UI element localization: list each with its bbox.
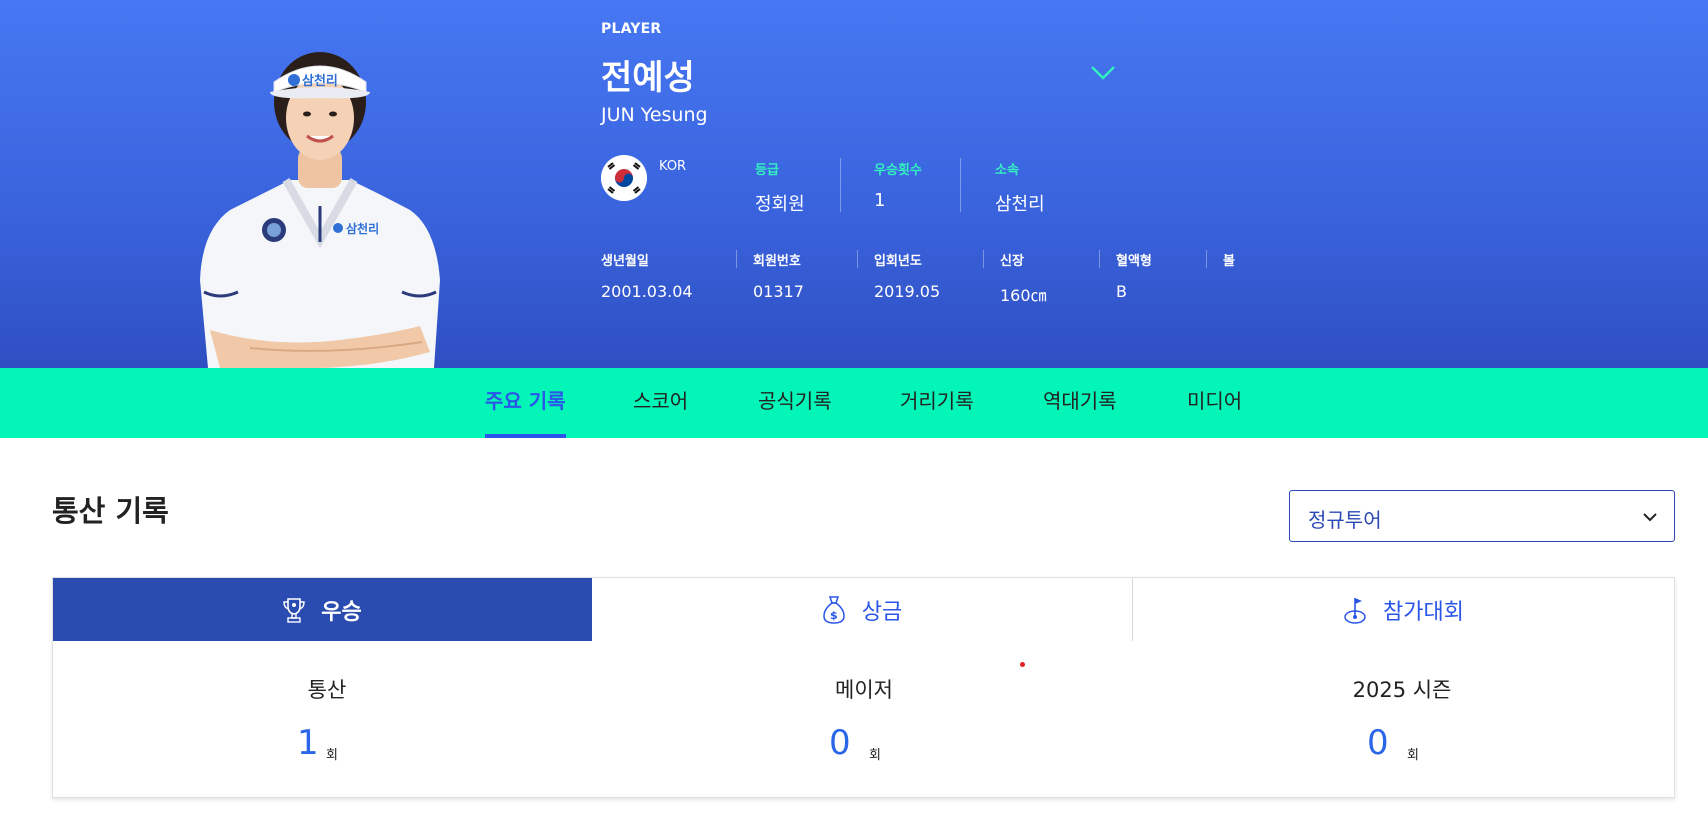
player-name-english: JUN Yesung xyxy=(601,104,708,126)
info-value-member-no: 01317 xyxy=(753,282,804,301)
record-label-major: 메이저 xyxy=(835,678,893,702)
stat-label-wins: 우승횟수 xyxy=(874,163,922,178)
subtab-tournaments-label: 참가대회 xyxy=(1383,599,1464,625)
player-photo: 삼천리 삼천리 xyxy=(200,52,440,368)
career-record-card: 우승 $ 상금 참가대회 통산 1 회 메이저 0 회 2025 시즌 0 회 xyxy=(52,577,1675,798)
chevron-down-icon[interactable] xyxy=(1090,64,1116,82)
tab-distance-records[interactable]: 거리기록 xyxy=(900,368,974,438)
record-label-career: 통산 xyxy=(307,678,347,702)
info-label-height: 신장 xyxy=(1000,254,1024,269)
divider xyxy=(840,158,841,212)
subtab-prize-money-label: 상금 xyxy=(861,599,903,625)
chevron-down-icon xyxy=(1643,513,1657,522)
trophy-icon xyxy=(283,597,305,623)
info-value-blood-type: B xyxy=(1116,282,1127,301)
divider xyxy=(960,158,961,212)
korea-flag-icon xyxy=(601,155,647,201)
record-value-major: 0 xyxy=(829,723,851,763)
record-unit-major: 회 xyxy=(869,748,881,763)
divider xyxy=(983,250,984,268)
tab-official-records[interactable]: 공식기록 xyxy=(758,368,832,438)
stat-value-affiliation: 삼천리 xyxy=(995,194,1045,215)
player-name: 전예성 xyxy=(601,58,695,98)
player-hero: 삼천리 삼천리 PLAYER 전예성 JUN Yesung KOR 등급 정회원… xyxy=(0,0,1708,368)
player-tag: PLAYER xyxy=(601,21,662,37)
money-bag-icon: $ xyxy=(822,595,845,624)
tab-score[interactable]: 스코어 xyxy=(633,368,688,438)
subtab-wins[interactable]: 우승 xyxy=(53,578,592,641)
record-unit-season: 회 xyxy=(1407,748,1419,763)
divider xyxy=(1206,250,1207,268)
record-value-career: 1 xyxy=(297,723,319,763)
record-label-season: 2025 시즌 xyxy=(1352,678,1452,702)
nation-code: KOR xyxy=(659,159,687,174)
info-label-member-no: 회원번호 xyxy=(753,254,801,269)
subtab-prize-money[interactable]: $ 상금 xyxy=(592,578,1133,641)
stat-value-wins: 1 xyxy=(874,190,886,211)
tab-main-records[interactable]: 주요 기록 xyxy=(485,368,566,438)
info-value-join-year: 2019.05 xyxy=(874,282,941,301)
divider xyxy=(1099,250,1100,268)
section-title: 통산 기록 xyxy=(52,494,169,528)
divider xyxy=(857,250,858,268)
record-value-season: 0 xyxy=(1367,723,1389,763)
info-label-birthdate: 생년월일 xyxy=(601,254,649,269)
divider xyxy=(736,250,737,268)
tab-historical-records[interactable]: 역대기록 xyxy=(1043,368,1117,438)
record-tabs: 주요 기록 스코어 공식기록 거리기록 역대기록 미디어 xyxy=(0,368,1708,438)
subtab-tournaments[interactable]: 참가대회 xyxy=(1133,578,1674,641)
cap-logo-text: 삼천리 xyxy=(302,73,338,89)
stat-label-affiliation: 소속 xyxy=(995,163,1019,178)
shirt-logo-text: 삼천리 xyxy=(346,221,379,236)
record-unit-career: 회 xyxy=(326,748,338,763)
info-value-height: 160㎝ xyxy=(1000,286,1047,305)
stat-value-grade: 정회원 xyxy=(755,194,805,215)
tour-select[interactable]: 정규투어 xyxy=(1289,490,1675,542)
indicator-dot xyxy=(1020,662,1025,667)
tour-select-value: 정규투어 xyxy=(1308,508,1382,532)
info-value-birthdate: 2001.03.04 xyxy=(601,282,693,301)
tab-media[interactable]: 미디어 xyxy=(1187,368,1242,438)
info-label-blood-type: 혈액형 xyxy=(1116,254,1152,269)
info-label-ball: 볼 xyxy=(1223,254,1235,269)
info-label-join-year: 입회년도 xyxy=(874,254,922,269)
stat-label-grade: 등급 xyxy=(755,163,779,178)
svg-text:$: $ xyxy=(830,609,838,622)
subtab-wins-label: 우승 xyxy=(321,599,362,625)
golf-flag-icon xyxy=(1344,597,1366,624)
